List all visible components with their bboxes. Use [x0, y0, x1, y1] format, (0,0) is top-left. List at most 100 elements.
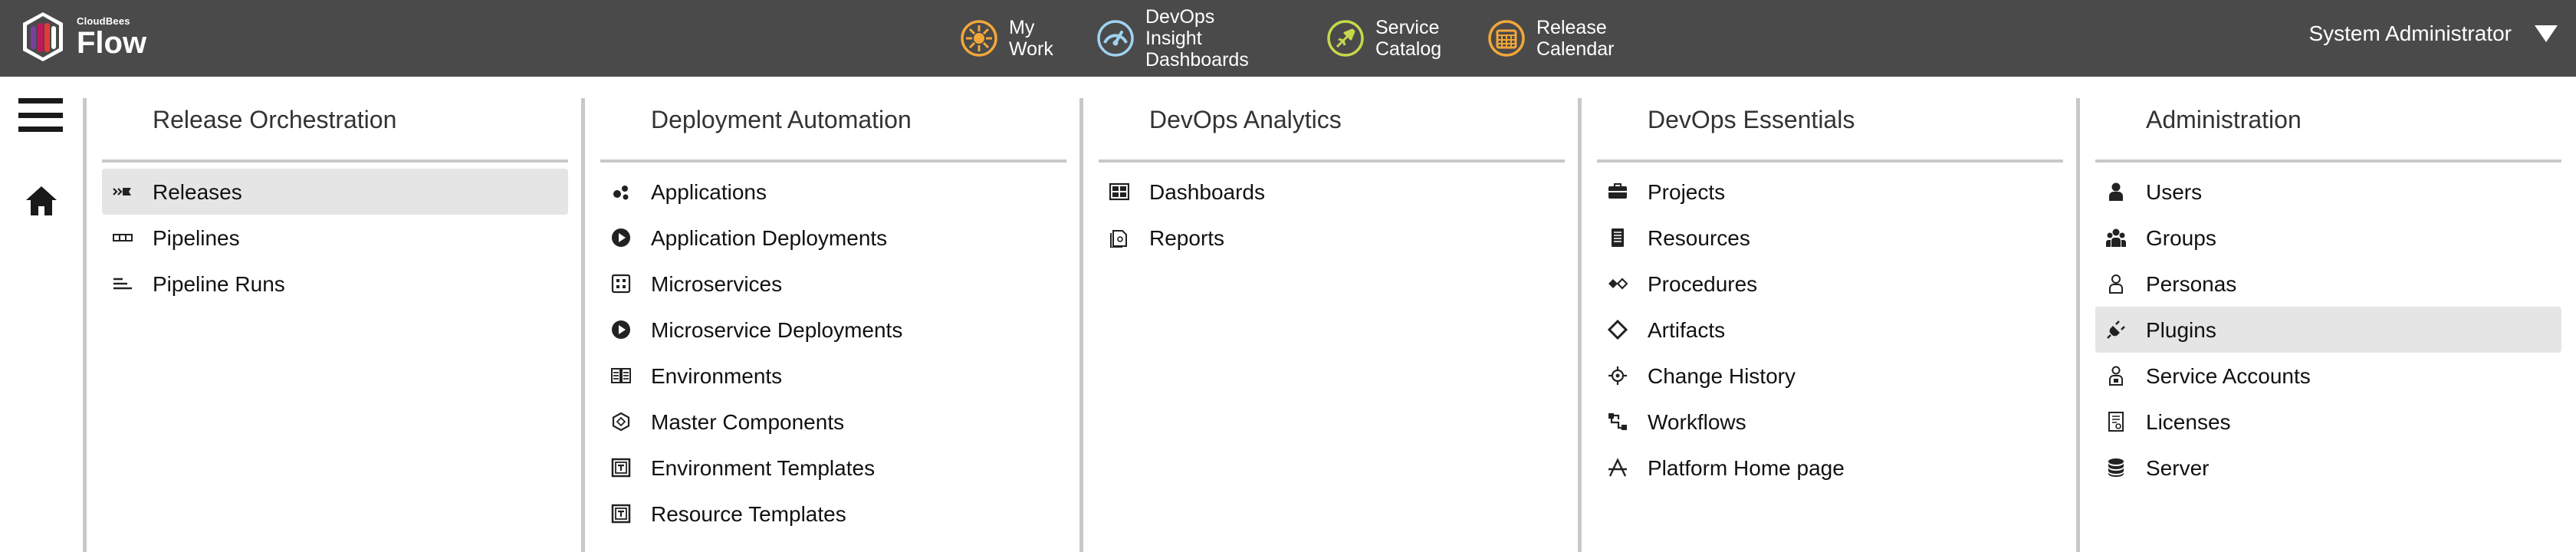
menu-item-microservice-deployments[interactable]: Microservice Deployments [600, 307, 1066, 353]
left-rail [0, 77, 83, 552]
pipeline-runs-icon [113, 278, 132, 290]
section-deployment-automation: Deployment Automation Applications Appli… [581, 98, 1079, 552]
menu-item-label: Users [2146, 180, 2203, 204]
menu-item-projects[interactable]: Projects [1597, 169, 2063, 215]
menu-item-label: Change History [1648, 364, 1796, 388]
menu-item-label: Dashboards [1149, 180, 1265, 204]
menu-item-master-components[interactable]: Master Components [600, 399, 1066, 445]
environments-icon [611, 368, 631, 383]
section-administration: Administration Users Groups Personas Plu… [2076, 98, 2574, 552]
nav-service-catalog-line1: Service [1375, 17, 1440, 38]
menu-item-label: Procedures [1648, 272, 1758, 296]
menu-item-label: Environment Templates [651, 456, 876, 480]
menu-item-server[interactable]: Server [2095, 445, 2561, 491]
releases-icon [113, 188, 131, 196]
microservices-icon [611, 274, 631, 294]
service-account-icon [2109, 366, 2123, 386]
service-catalog-icon [1327, 20, 1364, 57]
diamond-icon [1608, 320, 1628, 340]
nav-release-calendar-line1: Release [1536, 17, 1607, 38]
my-work-icon [961, 20, 997, 57]
menu-item-label: Releases [153, 180, 242, 204]
menu-item-workflows[interactable]: Workflows [1597, 399, 2063, 445]
menu-item-label: Groups [2146, 226, 2216, 250]
server-rack-icon [1612, 228, 1624, 247]
workflows-icon [1608, 413, 1627, 430]
menu-item-label: Server [2146, 456, 2210, 480]
menu-item-procedures[interactable]: Procedures [1597, 261, 2063, 307]
nav-service-catalog-line2: Catalog [1375, 38, 1442, 60]
menu-item-label: Service Accounts [2146, 364, 2311, 388]
menu-item-users[interactable]: Users [2095, 169, 2561, 215]
user-menu[interactable]: System Administrator [2308, 21, 2558, 46]
menu-item-label: Projects [1648, 180, 1726, 204]
menu-item-resource-templates[interactable]: Resource Templates [600, 491, 1066, 537]
menu-item-plugins[interactable]: Plugins [2095, 307, 2561, 353]
hexagon-icon [612, 412, 630, 432]
menu-item-artifacts[interactable]: Artifacts [1597, 307, 2063, 353]
menu-item-groups[interactable]: Groups [2095, 215, 2561, 261]
brand-name: Flow [77, 25, 147, 60]
section-title: DevOps Analytics [1149, 106, 1342, 133]
menu-item-label: Pipelines [153, 226, 240, 250]
brand-small-text: CloudBees [77, 15, 130, 27]
top-bar: CloudBees Flow My Work DevOps Insight Da… [0, 0, 2576, 77]
template-icon [611, 504, 631, 524]
section-title: Administration [2146, 106, 2302, 133]
menu-item-resources[interactable]: Resources [1597, 215, 2063, 261]
section-title: Release Orchestration [153, 106, 397, 133]
flow-logo-icon [23, 12, 63, 61]
menu-item-service-accounts[interactable]: Service Accounts [2095, 353, 2561, 399]
section-release-orchestration: Release Orchestration Releases Pipelines [83, 98, 581, 552]
user-name: System Administrator [2308, 21, 2512, 45]
nav-release-calendar[interactable]: Release Calendar [1487, 17, 1614, 60]
menu-item-label: Artifacts [1648, 318, 1726, 342]
menu-item-personas[interactable]: Personas [2095, 261, 2561, 307]
menu-item-platform-home-page[interactable]: Platform Home page [1597, 445, 2063, 491]
section-divider [600, 159, 1066, 163]
persona-icon [2109, 274, 2123, 294]
section-title: Deployment Automation [651, 106, 912, 133]
groups-icon [2106, 228, 2126, 247]
menu-item-releases[interactable]: Releases [102, 169, 568, 215]
menu-item-licenses[interactable]: Licenses [2095, 399, 2561, 445]
hamburger-menu-icon[interactable] [18, 98, 63, 132]
menu-item-reports[interactable]: Reports [1099, 215, 1565, 261]
menu-item-pipeline-runs[interactable]: Pipeline Runs [102, 261, 568, 307]
section-divider [102, 159, 568, 163]
nav-service-catalog[interactable]: Service Catalog [1326, 17, 1441, 60]
menu-item-microservices[interactable]: Microservices [600, 261, 1066, 307]
menu-item-label: Plugins [2146, 318, 2216, 342]
menu-item-label: Microservice Deployments [651, 318, 903, 342]
menu-item-label: Microservices [651, 272, 783, 296]
menu-item-environment-templates[interactable]: Environment Templates [600, 445, 1066, 491]
menu-item-pipelines[interactable]: Pipelines [102, 215, 568, 261]
platform-icon [1608, 458, 1627, 477]
applications-icon [613, 186, 629, 200]
menu-item-label: Licenses [2146, 410, 2231, 434]
menu-item-application-deployments[interactable]: Application Deployments [600, 215, 1066, 261]
menu-item-label: Applications [651, 180, 767, 204]
menu-item-label: Resources [1648, 226, 1750, 250]
calendar-icon [1488, 20, 1525, 57]
menu-item-dashboards[interactable]: Dashboards [1099, 169, 1565, 215]
chevron-down-icon[interactable] [2535, 25, 2558, 42]
nav-my-work[interactable]: My Work [960, 17, 1053, 60]
section-divider [1597, 159, 2063, 163]
menu-item-label: Master Components [651, 410, 845, 434]
nav-devops-insight[interactable]: DevOps Insight Dashboards [1096, 6, 1249, 71]
pipelines-icon [113, 234, 133, 242]
menu-item-change-history[interactable]: Change History [1597, 353, 2063, 399]
cloudbees-flow-logo[interactable]: CloudBees Flow [20, 11, 146, 63]
menu-item-label: Pipeline Runs [153, 272, 285, 296]
reports-icon [1110, 230, 1127, 248]
menu-item-environments[interactable]: Environments [600, 353, 1066, 399]
nav-my-work-line2: Work [1009, 38, 1053, 60]
plug-icon [2107, 320, 2125, 339]
section-divider [2095, 159, 2561, 163]
section-devops-analytics: DevOps Analytics Dashboards Reports [1079, 98, 1578, 552]
dashboard-gauge-icon [1097, 20, 1134, 57]
menu-item-label: Platform Home page [1648, 456, 1845, 480]
home-icon[interactable] [25, 184, 58, 218]
menu-item-applications[interactable]: Applications [600, 169, 1066, 215]
